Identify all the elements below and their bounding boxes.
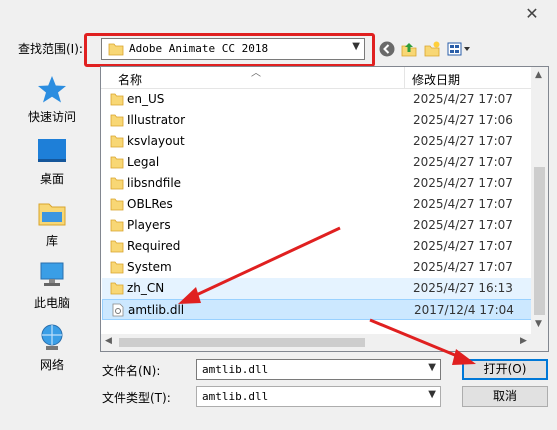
folder-icon bbox=[110, 93, 124, 106]
filetype-value: amtlib.dll bbox=[202, 390, 269, 403]
filename-input[interactable]: amtlib.dll ▼ bbox=[196, 359, 441, 380]
file-name: zh_CN bbox=[127, 281, 165, 295]
column-header-row: ︿ 名称 修改日期 bbox=[101, 67, 533, 89]
column-header-date[interactable]: 修改日期 bbox=[412, 71, 460, 88]
lookin-label: 查找范围(I): bbox=[18, 42, 83, 56]
list-item[interactable]: System 2025/4/27 17:07 bbox=[102, 257, 532, 278]
list-item[interactable]: en_US 2025/4/27 17:07 bbox=[102, 89, 532, 110]
sort-caret-icon: ︿ bbox=[251, 68, 261, 79]
scroll-thumb[interactable] bbox=[534, 167, 545, 315]
file-date: 2025/4/27 17:07 bbox=[413, 197, 513, 211]
file-date: 2025/4/27 17:07 bbox=[413, 176, 513, 190]
new-folder-icon[interactable] bbox=[423, 40, 441, 58]
file-date: 2025/4/27 17:07 bbox=[413, 92, 513, 106]
file-date: 2025/4/27 17:07 bbox=[413, 239, 513, 253]
scroll-up-icon[interactable]: ▲ bbox=[535, 70, 542, 80]
filetype-label: 文件类型(T): bbox=[102, 391, 171, 405]
place-label: 此电脑 bbox=[33, 296, 70, 310]
folder-icon bbox=[110, 198, 124, 211]
view-menu-icon[interactable] bbox=[446, 40, 472, 58]
file-date: 2025/4/27 17:07 bbox=[413, 155, 513, 169]
file-name: System bbox=[127, 260, 172, 274]
file-date: 2017/12/4 17:04 bbox=[414, 303, 514, 317]
place-quick-access[interactable]: 快速访问 bbox=[10, 70, 94, 126]
folder-icon bbox=[110, 135, 124, 148]
file-date: 2025/4/27 16:13 bbox=[413, 281, 513, 295]
desktop-icon bbox=[38, 139, 66, 162]
file-date: 2025/4/27 17:07 bbox=[413, 218, 513, 232]
chevron-down-icon[interactable]: ▼ bbox=[428, 362, 436, 373]
vertical-scrollbar[interactable]: ▲ ▼ bbox=[531, 67, 548, 351]
place-library[interactable]: 库 bbox=[10, 194, 94, 250]
column-separator[interactable] bbox=[404, 67, 405, 89]
scroll-down-icon[interactable]: ▼ bbox=[535, 319, 542, 329]
file-list[interactable]: ︿ 名称 修改日期 en_US 2025/4/27 17:07 Illustra… bbox=[100, 66, 549, 352]
folder-icon bbox=[110, 282, 124, 295]
horizontal-scrollbar[interactable]: ◀ ▶ bbox=[101, 334, 533, 351]
file-name: en_US bbox=[127, 92, 165, 106]
folder-icon bbox=[110, 156, 124, 169]
place-desktop[interactable]: 桌面 bbox=[10, 132, 94, 188]
list-item[interactable]: ksvlayout 2025/4/27 17:07 bbox=[102, 131, 532, 152]
list-item[interactable]: libsndfile 2025/4/27 17:07 bbox=[102, 173, 532, 194]
folder-icon bbox=[110, 114, 124, 127]
file-name: amtlib.dll bbox=[128, 303, 185, 317]
cancel-button[interactable]: 取消 bbox=[462, 386, 548, 407]
scroll-right-icon[interactable]: ▶ bbox=[520, 336, 527, 346]
file-name: libsndfile bbox=[127, 176, 182, 190]
back-icon[interactable] bbox=[378, 40, 396, 58]
file-name: Players bbox=[127, 218, 171, 232]
file-name: Required bbox=[127, 239, 181, 253]
dialog-title-strip bbox=[0, 0, 557, 36]
folder-icon bbox=[110, 177, 124, 190]
dll-file-icon bbox=[112, 303, 124, 317]
list-item[interactable]: zh_CN 2025/4/27 16:13 bbox=[102, 278, 532, 299]
place-this-pc[interactable]: 此电脑 bbox=[10, 256, 94, 312]
file-date: 2025/4/27 17:06 bbox=[413, 113, 513, 127]
file-date: 2025/4/27 17:07 bbox=[413, 134, 513, 148]
list-item[interactable]: Legal 2025/4/27 17:07 bbox=[102, 152, 532, 173]
folder-icon bbox=[110, 261, 124, 274]
file-name: ksvlayout bbox=[127, 134, 185, 148]
file-name: Legal bbox=[127, 155, 160, 169]
filename-label: 文件名(N): bbox=[102, 364, 161, 378]
scroll-left-icon[interactable]: ◀ bbox=[105, 336, 112, 346]
scroll-thumb[interactable] bbox=[119, 338, 365, 347]
file-name: OBLRes bbox=[127, 197, 173, 211]
list-item[interactable]: OBLRes 2025/4/27 17:07 bbox=[102, 194, 532, 215]
column-header-name[interactable]: 名称 bbox=[118, 71, 142, 88]
list-item[interactable]: Players 2025/4/27 17:07 bbox=[102, 215, 532, 236]
list-item-selected[interactable]: amtlib.dll 2017/12/4 17:04 bbox=[102, 299, 532, 320]
highlight-annotation-box bbox=[84, 33, 375, 67]
list-item[interactable]: Required 2025/4/27 17:07 bbox=[102, 236, 532, 257]
file-date: 2025/4/27 17:07 bbox=[413, 260, 513, 274]
place-label: 网络 bbox=[39, 358, 64, 372]
place-network[interactable]: 网络 bbox=[10, 318, 94, 374]
place-label: 库 bbox=[45, 234, 58, 248]
places-bar: 快速访问 桌面 库 此电脑 网络 bbox=[10, 66, 94, 372]
library-icon bbox=[38, 203, 66, 226]
place-label: 桌面 bbox=[39, 172, 64, 186]
list-item[interactable]: Illustrator 2025/4/27 17:06 bbox=[102, 110, 532, 131]
filename-value: amtlib.dll bbox=[202, 363, 269, 376]
open-button[interactable]: 打开(O) bbox=[462, 359, 548, 380]
star-icon bbox=[38, 76, 66, 103]
chevron-down-icon[interactable]: ▼ bbox=[428, 389, 436, 400]
up-folder-icon[interactable] bbox=[400, 40, 418, 58]
close-icon[interactable]: ✕ bbox=[517, 4, 547, 24]
computer-icon bbox=[40, 262, 64, 286]
folder-icon bbox=[110, 219, 124, 232]
network-icon bbox=[41, 324, 63, 350]
place-label: 快速访问 bbox=[27, 110, 76, 124]
folder-icon bbox=[110, 240, 124, 253]
file-name: Illustrator bbox=[127, 113, 186, 127]
filetype-dropdown[interactable]: amtlib.dll ▼ bbox=[196, 386, 441, 407]
